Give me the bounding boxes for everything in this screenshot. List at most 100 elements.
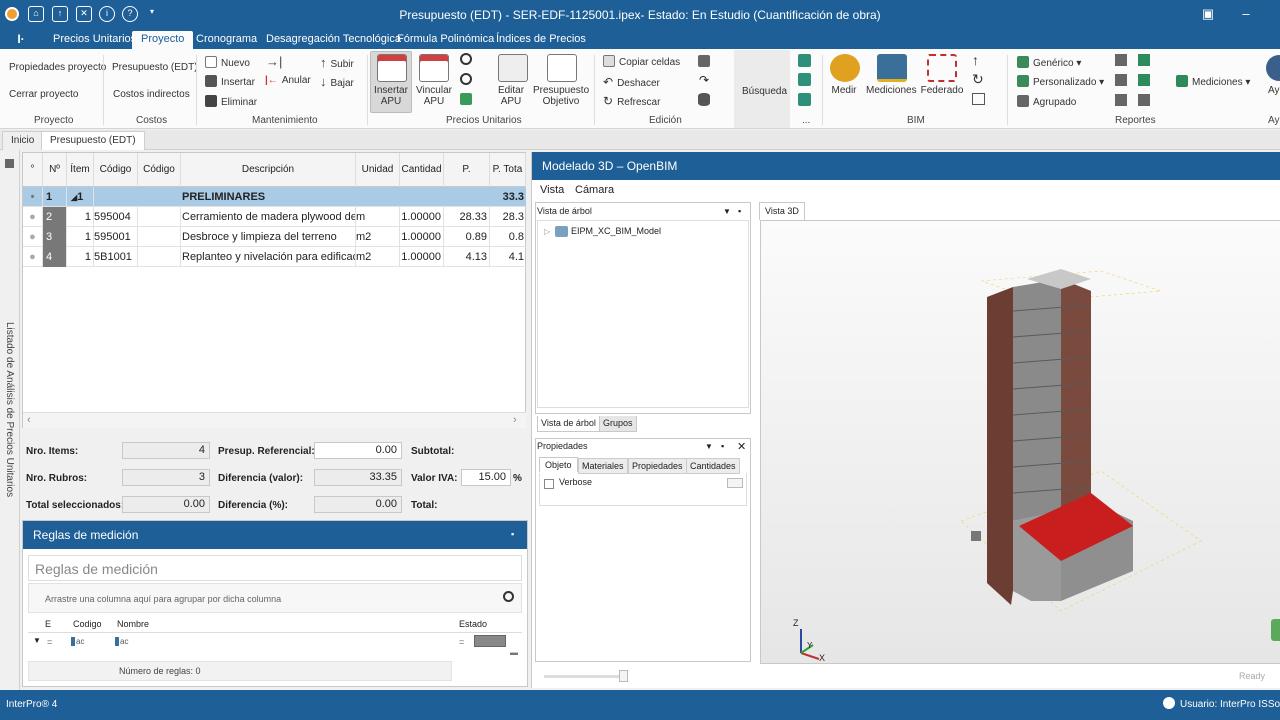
tab-formula-polinomica[interactable]: Fórmula Polinómica [388, 31, 503, 49]
costos-indirectos-button[interactable]: Costos indirectos [113, 89, 190, 100]
busqueda-button[interactable]: Búsqueda [742, 86, 787, 97]
paste-icon[interactable] [698, 55, 710, 67]
estado-toggle[interactable] [474, 635, 506, 647]
menu-vista[interactable]: Vista [540, 184, 564, 196]
tab-presupuesto-edt[interactable]: Presupuesto (EDT) [41, 131, 145, 150]
scroll-right-icon[interactable]: › [513, 414, 517, 426]
excel-icon[interactable] [1138, 54, 1150, 66]
anular-button[interactable]: |← Anular [265, 75, 311, 86]
filter-eq-estado[interactable]: = [459, 637, 464, 647]
filter-icon[interactable]: ▼ [33, 636, 41, 645]
nuevo-button[interactable]: Nuevo [205, 56, 250, 69]
bim-small-icon[interactable] [798, 73, 811, 86]
mediciones-label[interactable]: Mediciones [866, 85, 917, 96]
refrescar-button[interactable]: ↻ Refrescar [603, 94, 660, 108]
print-icon[interactable] [1115, 54, 1127, 66]
tab-propiedades[interactable]: Propiedades [628, 458, 687, 474]
deshacer-button[interactable]: ↶ Deshacer [603, 75, 660, 89]
col-header-nombre[interactable]: Nombre [117, 619, 149, 629]
filter-abc-nombre[interactable]: ac [115, 637, 128, 646]
col-header-cantidad[interactable]: Cantidad [400, 153, 444, 187]
col-header-codigo[interactable]: Código [94, 153, 138, 187]
tab-objeto[interactable]: Objeto [539, 457, 578, 472]
presupuesto-edt-button[interactable]: Presupuesto (EDT) [112, 62, 198, 73]
bim-small-icon[interactable] [798, 54, 811, 67]
ayuda-label[interactable]: Ay [1268, 85, 1280, 96]
database-icon[interactable] [698, 93, 710, 106]
generico-button[interactable]: Genérico ▾ [1017, 56, 1081, 69]
bajar-button[interactable]: ↓ Bajar [320, 74, 354, 89]
col-header-p-total[interactable]: P. Tota [490, 153, 526, 187]
tab-grupos[interactable]: Grupos [599, 416, 637, 432]
col-header-codigo-alt[interactable]: Código Alt. [138, 153, 181, 209]
filter-abc-codigo[interactable]: ac [71, 637, 84, 646]
subir-button[interactable]: ↑ Subir [320, 55, 354, 70]
search-icon[interactable] [460, 73, 472, 85]
dropdown-icon[interactable]: ▼ [705, 442, 713, 451]
print-icon[interactable] [1115, 74, 1127, 86]
bim-small-icon[interactable] [798, 93, 811, 106]
view-icon[interactable] [972, 93, 985, 105]
indent-icon[interactable]: →| [266, 54, 282, 69]
presupuesto-objetivo-label[interactable]: Presupuesto Objetivo [533, 85, 589, 107]
zoom-slider[interactable] [544, 675, 624, 678]
table-row[interactable]: ● 4 1 5B1001 Replanteo y nivelación para… [23, 247, 526, 267]
expand-icon[interactable]: ▷ [544, 227, 550, 236]
filter-eq-e[interactable]: = [47, 637, 52, 647]
eliminar-button[interactable]: Eliminar [205, 95, 257, 108]
minimize-icon[interactable]: – [1236, 6, 1256, 21]
cerrar-proyecto-button[interactable]: Cerrar proyecto [9, 89, 78, 100]
menu-camara[interactable]: Cámara [575, 184, 614, 196]
table-row[interactable]: ● 3 1 595001 Desbroce y limpieza del ter… [23, 227, 526, 247]
rotate-icon[interactable]: ↻ [972, 71, 984, 88]
editar-apu-label[interactable]: Editar APU [493, 85, 529, 107]
col-header-num[interactable]: Nº [43, 153, 67, 187]
medir-label[interactable]: Medir [828, 85, 860, 96]
pin-icon[interactable]: ▪ [738, 206, 741, 216]
zoom-slider-thumb[interactable] [619, 670, 628, 682]
tab-vista-arbol[interactable]: Vista de árbol [537, 416, 600, 432]
tab-cantidades[interactable]: Cantidades [686, 458, 740, 474]
table-row[interactable]: ● 2 1 595004 Cerramiento de madera plywo… [23, 207, 526, 227]
budget-grid[interactable]: ° Nº Ítem Código Código Alt. Descripción… [22, 152, 526, 428]
print-icon[interactable] [1115, 94, 1127, 106]
close-icon[interactable]: ✕ [737, 440, 746, 453]
tab-indices-precios[interactable]: Índices de Precios [487, 31, 595, 49]
print-icon[interactable] [1138, 94, 1150, 106]
copiar-celdas-button[interactable]: Copiar celdas [603, 55, 680, 68]
vincular-apu-label[interactable]: Vincular APU [414, 85, 454, 107]
tab-desagregacion[interactable]: Desagregación Tecnológica [257, 31, 410, 49]
insertar-button[interactable]: Insertar [205, 75, 255, 88]
tab-materiales[interactable]: Materiales [578, 458, 628, 474]
redo-icon[interactable]: ↷ [699, 73, 709, 87]
file-menu-button[interactable]: I· [0, 29, 42, 49]
tab-precios-unitarios[interactable]: Precios Unitarios [44, 31, 145, 49]
nav-cube-icon[interactable] [1271, 619, 1280, 641]
pin-icon[interactable]: ▪ [511, 529, 514, 539]
col-header-e[interactable]: E [45, 619, 51, 629]
col-header-estado[interactable]: Estado [459, 619, 487, 629]
tab-proyecto[interactable]: Proyecto [132, 31, 194, 49]
valor-iva-input[interactable]: 15.00 [461, 469, 511, 486]
excel-icon[interactable] [1138, 74, 1150, 86]
pin-icon[interactable]: ▪ [721, 441, 724, 451]
tab-vista-3d[interactable]: Vista 3D [759, 202, 805, 220]
viewport-3d[interactable]: Z X Y [760, 220, 1280, 664]
propiedades-proyecto-button[interactable]: Propiedades proyecto [9, 62, 106, 73]
personalizado-button[interactable]: Personalizado ▾ [1017, 75, 1104, 88]
horizontal-scrollbar[interactable]: ‹ › [23, 412, 526, 428]
scroll-left-icon[interactable]: ‹ [27, 414, 31, 426]
restore-icon[interactable]: ▣ [1198, 6, 1218, 22]
tab-inicio[interactable]: Inicio [2, 131, 44, 150]
tab-cronograma[interactable]: Cronograma [187, 31, 266, 49]
pin-icon[interactable] [5, 159, 14, 168]
search-icon[interactable] [503, 591, 514, 602]
col-header-marker[interactable]: ° [23, 153, 43, 187]
col-header-descripcion[interactable]: Descripción [181, 153, 356, 187]
presup-referencial-input[interactable]: 0.00 [314, 442, 402, 459]
federado-label[interactable]: Federado [920, 85, 964, 96]
table-row-group[interactable]: • 1 ◢1 PRELIMINARES 33.3 [23, 187, 526, 207]
tree-item-model[interactable]: EIPM_XC_BIM_Model [571, 226, 661, 236]
side-panel[interactable]: Listado de Análisis de Precios Unitarios [0, 150, 20, 690]
col-header-codigo[interactable]: Codigo [73, 619, 102, 629]
